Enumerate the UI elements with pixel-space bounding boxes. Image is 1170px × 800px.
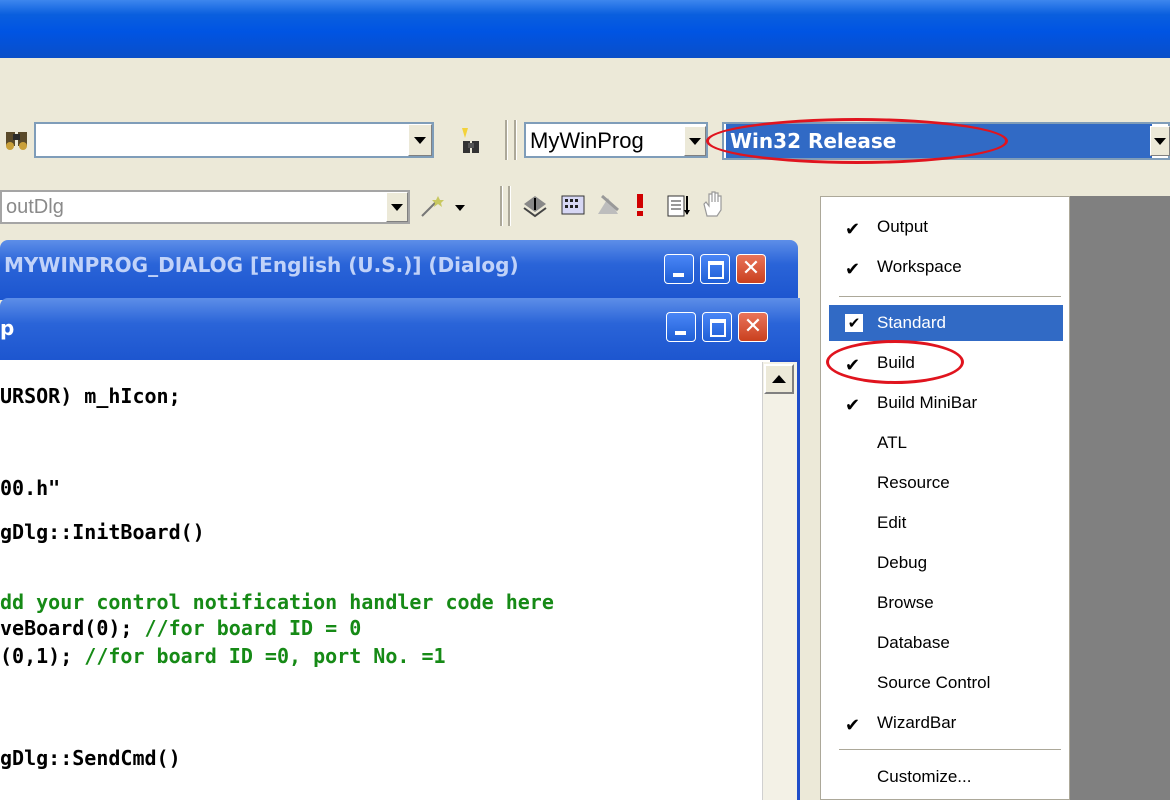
dialog-window-title: MYWINPROG_DIALOG [English (U.S.)] (Dialo… [4,253,519,277]
menu-item-output[interactable]: ✔ Output [821,209,1069,245]
editor-close-button[interactable]: ✕ [738,312,768,342]
code-line: gDlg::SendCmd() [0,746,181,770]
checkmark-icon: ✔ [845,715,861,736]
menu-item-edit[interactable]: Edit [821,505,1069,541]
menu-item-workspace[interactable]: ✔ Workspace [821,249,1069,285]
wizard-action-icon[interactable] [416,192,450,222]
checkmark-icon: ✔ [845,395,861,416]
scroll-up-button[interactable] [764,364,794,394]
menu-item-database[interactable]: Database [821,625,1069,661]
dialog-minimize-button[interactable] [664,254,694,284]
build-icon[interactable] [558,190,588,220]
menu-item-label: Standard [877,313,946,332]
chevron-down-icon [1154,137,1166,145]
code-comment: //for board ID =0, port No. =1 [84,644,446,668]
menu-item-standard[interactable]: ✔ Standard [829,305,1063,341]
menu-item-label: Browse [877,593,934,612]
menu-item-label: Build MiniBar [877,393,978,412]
code-line: veBoard(0); //for board ID = 0 [0,616,361,640]
wizard-dropdown-button[interactable] [452,196,468,220]
code-line: dd your control notification handler cod… [0,590,554,614]
toolbars-context-menu: ✔ Output ✔ Workspace ✔ Standard ✔ Build … [820,196,1070,800]
menu-item-customize[interactable]: Customize... [821,759,1069,795]
code-comment: //for board ID = 0 [144,616,362,640]
project-combo-dropdown-button[interactable] [684,126,706,156]
menu-item-label: Resource [877,473,950,492]
annotation-ellipse-build [826,340,964,384]
config-combo-dropdown-button[interactable] [1150,126,1170,156]
class-combo-dropdown-button[interactable] [386,192,408,222]
toolbar-separator [514,120,517,160]
project-combo[interactable]: MyWinProg [524,122,708,158]
find-combo[interactable] [34,122,434,158]
menu-item-label: Database [877,633,950,652]
dialog-close-button[interactable]: ✕ [736,254,766,284]
dialog-maximize-button[interactable] [700,254,730,284]
menu-item-label: Customize... [877,767,972,786]
menu-item-label: Debug [877,553,928,572]
vertical-scrollbar[interactable] [762,362,797,800]
code-line: (0,1); //for board ID =0, port No. =1 [0,644,446,668]
chevron-up-icon [772,375,786,383]
code-editor[interactable]: URSOR) m_hIcon;00.h"gDlg::InitBoard()dd … [0,360,770,800]
class-combo-value: outDlg [6,196,64,218]
find-in-files-icon[interactable] [2,124,32,154]
checkmark-icon: ✔ [845,219,861,240]
toolbar-separator [505,120,508,160]
menu-item-resource[interactable]: Resource [821,465,1069,501]
chevron-down-icon [689,137,701,145]
menu-item-source-control[interactable]: Source Control [821,665,1069,701]
stop-build-icon [594,190,624,220]
class-combo[interactable]: outDlg [0,190,410,224]
editor-minimize-button[interactable] [666,312,696,342]
code-line: 00.h" [0,476,61,500]
menu-item-debug[interactable]: Debug [821,545,1069,581]
project-combo-value: MyWinProg [530,128,644,153]
workspace-background [800,186,820,800]
annotation-ellipse-config [706,118,1008,164]
hand-icon [698,188,728,220]
chevron-down-icon [414,136,426,144]
menu-item-label: WizardBar [877,713,957,732]
menu-item-label: Source Control [877,673,991,692]
chevron-down-icon [391,203,403,211]
find-binoculars-icon[interactable] [456,124,486,158]
find-combo-dropdown-button[interactable] [408,124,432,156]
go-icon[interactable] [664,190,694,220]
menu-bar [0,58,1170,113]
menu-separator [839,296,1061,297]
workspace-background [1070,196,1170,800]
code-line: gDlg::InitBoard() [0,520,205,544]
code-text: (0,1); [0,644,85,668]
checkmark-icon: ✔ [845,259,861,280]
menu-item-wizardbar[interactable]: ✔ WizardBar [821,705,1069,741]
toolbar-separator [508,186,511,226]
menu-separator [839,749,1061,750]
menu-item-label: Workspace [877,257,962,276]
menu-item-label: ATL [877,433,907,452]
chevron-down-icon [455,205,465,211]
code-line: URSOR) m_hIcon; [0,384,181,408]
title-bar [0,0,1170,58]
toolbar-separator [500,186,503,226]
menu-item-label: Output [877,217,929,236]
menu-item-browse[interactable]: Browse [821,585,1069,621]
editor-window-title: p [0,316,15,340]
menu-item-label: Edit [877,513,907,532]
menu-item-atl[interactable]: ATL [821,425,1069,461]
compile-icon[interactable] [520,190,550,220]
execute-icon[interactable] [628,190,652,220]
code-text: veBoard(0); [0,616,145,640]
menu-item-build-minibar[interactable]: ✔ Build MiniBar [821,385,1069,421]
checkmark-icon: ✔ [845,314,863,332]
editor-maximize-button[interactable] [702,312,732,342]
